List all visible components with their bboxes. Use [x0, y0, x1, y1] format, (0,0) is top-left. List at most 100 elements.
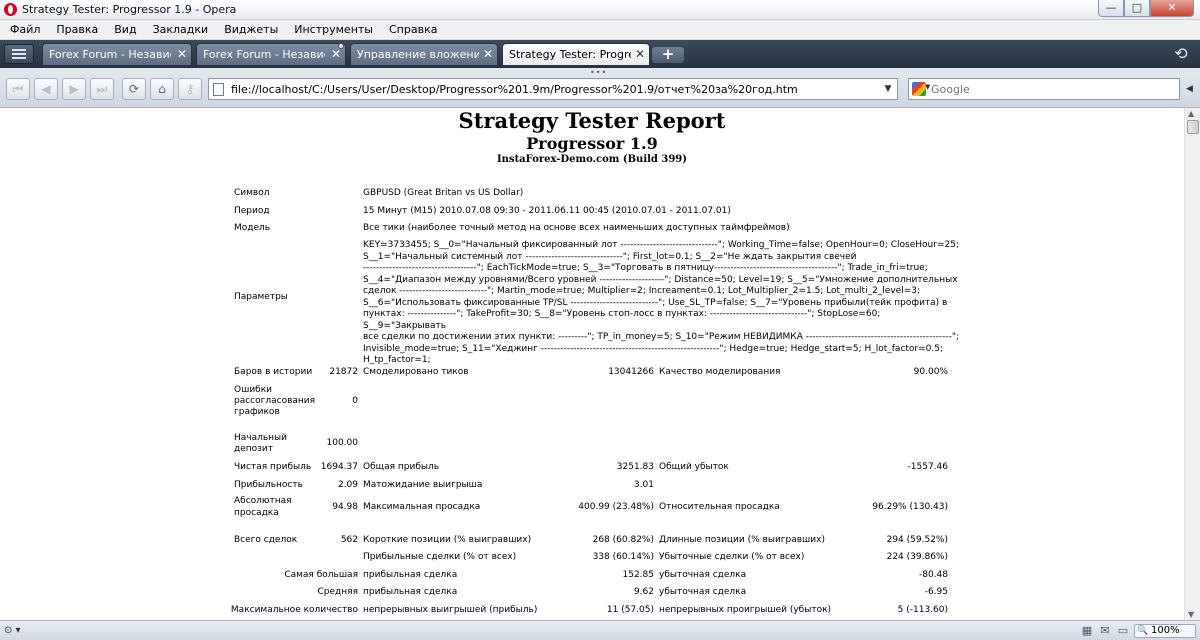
tab-strategy-tester[interactable]: Strategy Tester: Progress... ✕ — [502, 43, 650, 65]
profit-factor-value: 2.09 — [337, 480, 358, 490]
turbo-icon[interactable]: ▦ — [1080, 625, 1094, 637]
minimize-button[interactable]: — — [1098, 0, 1124, 17]
cons-losses-label: непрерывных проигрышей (убыток) — [659, 605, 832, 615]
page-content: Strategy Tester Report Progressor 1.9 In… — [0, 108, 1184, 620]
period-value: 15 Минут (M15) 2010.07.08 09:30 - 2011.0… — [363, 206, 731, 216]
bars-value: 21872 — [329, 367, 358, 377]
home-button[interactable]: ⌂ — [150, 78, 174, 100]
vertical-scrollbar[interactable]: ▲ ▼ — [1184, 108, 1200, 620]
address-bar[interactable]: ▼ — [208, 78, 898, 100]
search-box[interactable]: ▼ — [908, 78, 1180, 100]
browser-window: Strategy Tester: Progressor 1.9 - Opera … — [0, 0, 1200, 640]
menu-help[interactable]: Справка — [381, 20, 445, 39]
fast-forward-button[interactable]: ⏭ — [90, 78, 114, 100]
params-line: KEY=3733455; S__0="Начальный фиксированн… — [363, 240, 959, 250]
largest-profit-value: 152.85 — [622, 570, 655, 580]
tab-close-icon[interactable]: ✕ — [177, 47, 187, 61]
largest-loss-label: убыточная сделка — [659, 570, 747, 580]
opera-menu-button[interactable] — [4, 44, 34, 64]
chevron-down-icon[interactable]: ▼ — [925, 83, 930, 91]
loss-trades-label: Убыточные сделки (% от всех) — [659, 552, 805, 562]
menu-lines-icon — [12, 49, 26, 51]
tab-label: Управление вложения... — [357, 48, 479, 61]
url-input[interactable] — [231, 81, 871, 97]
view-icon[interactable]: ▭ — [1116, 625, 1130, 637]
params-line: все сделки по достижении этих пункти: --… — [363, 332, 960, 342]
new-tab-button[interactable]: + — [652, 47, 684, 63]
tab-forex-forum-2[interactable]: Forex Forum - Независи... ✕ — [196, 43, 346, 65]
back-button[interactable]: ◀ — [34, 78, 58, 100]
gross-loss-label: Общий убыток — [659, 462, 729, 472]
menu-edit[interactable]: Правка — [48, 20, 106, 39]
menu-view[interactable]: Вид — [106, 20, 144, 39]
abs-drawdown-label-2: просадка — [234, 508, 279, 518]
panel-toggle-icon[interactable]: ⊙ ▾ — [4, 625, 21, 636]
params-line: Invisible_mode=true; S_11="Хеджинг -----… — [363, 343, 944, 354]
menu-tools[interactable]: Инструменты — [286, 20, 381, 39]
chevron-left-icon[interactable]: ◀ — [1186, 84, 1193, 94]
mismatch-label-1: Ошибки — [234, 385, 273, 395]
loss-trades-value: 224 (39.86%) — [886, 552, 948, 562]
tab-close-icon[interactable]: ✕ — [483, 47, 493, 61]
mismatch-value: 0 — [352, 396, 358, 406]
forward-button[interactable]: ▶ — [62, 78, 86, 100]
params-line: -----------------------------------"; Ea… — [363, 263, 928, 273]
params-line: сделок ---------------------------"; Mar… — [363, 286, 921, 296]
abs-drawdown-label-1: Абсолютная — [234, 496, 292, 506]
max-drawdown-value: 400.99 (23.48%) — [578, 502, 654, 512]
model-value: Все тики (наиболее точный метод на основ… — [363, 223, 790, 233]
tab-label: Strategy Tester: Progress... — [509, 48, 631, 61]
report-ea-name: Progressor 1.9 — [526, 134, 658, 153]
rewind-button[interactable]: ⏮ — [6, 78, 30, 100]
rel-drawdown-label: Относительная просадка — [659, 502, 780, 512]
tab-forex-forum-1[interactable]: Forex Forum - Независи... ✕ — [42, 43, 192, 65]
menu-file[interactable]: Файл — [2, 20, 48, 39]
search-input[interactable] — [931, 81, 1171, 97]
bars-label: Баров в истории — [234, 367, 313, 377]
net-profit-value: 1694.37 — [320, 462, 358, 472]
payoff-label: Матожидание выигрыша — [363, 480, 483, 490]
cons-wins-label: непрерывных выигрышей (прибыль) — [363, 605, 538, 615]
mismatch-label-2: рассогласования — [234, 396, 316, 406]
cons-losses-value: 5 (-113.60) — [897, 605, 948, 615]
params-line: пунктах: ---------------"; TakeProfit=30… — [363, 309, 881, 331]
scroll-thumb[interactable] — [1187, 120, 1199, 134]
period-label: Период — [234, 206, 270, 216]
tab-bar: Forex Forum - Независи... ✕ Forex Forum … — [0, 40, 1200, 68]
tab-label: Forex Forum - Независи... — [49, 48, 171, 61]
unite-icon[interactable]: ✉ — [1098, 625, 1112, 637]
average-loss-label: убыточная сделка — [659, 587, 747, 597]
google-icon[interactable] — [912, 82, 926, 96]
title-bar: Strategy Tester: Progressor 1.9 - Opera … — [0, 0, 1200, 20]
zoom-control[interactable]: 100% — [1134, 624, 1196, 638]
tab-close-icon[interactable]: ✕ — [635, 47, 645, 61]
close-window-button[interactable]: ✕ — [1150, 0, 1194, 17]
tab-close-icon[interactable]: ✕ — [331, 47, 341, 61]
mismatch-label-3: графиков — [234, 407, 280, 417]
wand-key-icon[interactable]: ⚷ — [178, 78, 202, 100]
scroll-down-icon[interactable]: ▼ — [1188, 610, 1194, 619]
chevron-down-icon[interactable]: ▼ — [881, 82, 895, 96]
closed-tabs-trash-icon[interactable]: ⟲ — [1168, 44, 1194, 64]
opera-logo-icon — [4, 3, 17, 16]
menu-widgets[interactable]: Виджеты — [216, 20, 286, 39]
tab-attachments[interactable]: Управление вложения... ✕ — [350, 43, 498, 65]
short-positions-value: 268 (60.82%) — [592, 535, 654, 545]
gross-profit-value: 3251.83 — [616, 462, 654, 472]
menu-bookmarks[interactable]: Закладки — [145, 20, 217, 39]
params-label: Параметры — [234, 292, 288, 302]
params-line: H_tp_factor=1; — [363, 355, 431, 365]
tab-label: Forex Forum - Независи... — [203, 48, 325, 61]
toolbar-grip[interactable]: ••• — [590, 68, 607, 77]
largest-label: Самая большая — [284, 570, 358, 580]
profit-trades-value: 338 (60.14%) — [592, 552, 654, 562]
reload-button[interactable]: ⟳ — [122, 78, 146, 100]
scroll-up-icon[interactable]: ▲ — [1188, 109, 1194, 118]
params-line: S__4="Диапазон между уровнями/Всего уров… — [363, 274, 958, 285]
payoff-value: 3.01 — [633, 480, 654, 490]
long-positions-value: 294 (59.52%) — [886, 535, 948, 545]
long-positions-label: Длинные позиции (% выигравших) — [659, 535, 825, 545]
maximize-button[interactable]: □ — [1124, 0, 1150, 17]
profit-factor-label: Прибыльность — [234, 480, 303, 490]
rel-drawdown-value: 96.29% (130.43) — [872, 502, 948, 512]
